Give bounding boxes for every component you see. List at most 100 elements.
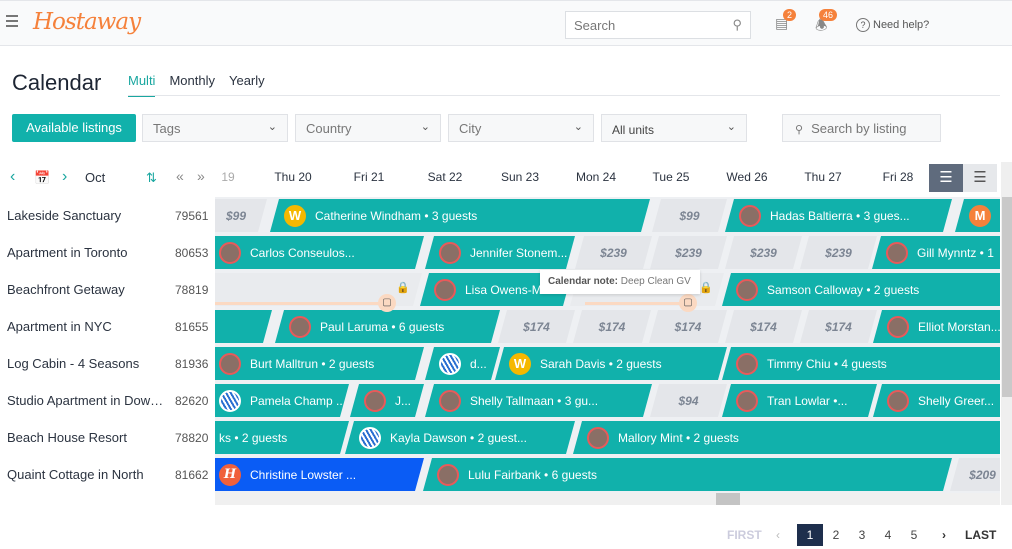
price-cell[interactable]: $239 [725, 236, 802, 269]
reservation-bar[interactable]: Paul Laruma • 6 guests [275, 310, 500, 343]
listing-row[interactable]: Quaint Cottage in North 81662 [0, 456, 215, 493]
reservation-bar[interactable]: Pamela Champ ... [215, 384, 349, 417]
units-select[interactable]: All units ⌄ [601, 114, 747, 142]
price-cell[interactable]: $99 [215, 199, 267, 232]
reservation-bar[interactable]: W Sarah Davis • 2 guests [495, 347, 727, 380]
tags-select[interactable]: Tags ⌄ [142, 114, 288, 142]
reservation-bar[interactable]: Jennifer Stonem... [425, 236, 575, 269]
price-cell[interactable]: $239 [575, 236, 652, 269]
help-label: Need help? [873, 19, 930, 31]
vertical-scroll-thumb[interactable] [1002, 197, 1012, 397]
listing-row[interactable]: Lakeside Sanctuary 79561 [0, 197, 215, 234]
price-cell[interactable]: $239 [800, 236, 877, 269]
reservation-label: Mallory Mint • 2 guests [618, 430, 739, 445]
price-cell[interactable]: $209 [950, 458, 1000, 491]
city-select[interactable]: City ⌄ [448, 114, 594, 142]
hamburger-menu-icon[interactable] [6, 15, 18, 30]
horizontal-scrollbar[interactable] [215, 493, 1000, 505]
page-2[interactable]: 2 [823, 524, 849, 546]
reservation-bar[interactable]: W Catherine Windham • 3 guests [270, 199, 650, 232]
listing-row[interactable]: Apartment in Toronto 80653 [0, 234, 215, 271]
listing-search-input[interactable]: ⚲ Search by listing [782, 114, 941, 142]
price-cell[interactable]: $174 [649, 310, 727, 343]
search-icon: ⚲ [732, 17, 742, 32]
channel-avatar: W [284, 205, 306, 227]
price-cell[interactable]: $99 [652, 199, 727, 232]
tab-yearly[interactable]: Yearly [229, 73, 265, 97]
price-cell[interactable]: $174 [573, 310, 651, 343]
reservation-bar[interactable]: Shelly Tallmaan • 3 gu... [425, 384, 652, 417]
reservation-bar[interactable]: Shelly Greer... [873, 384, 1000, 417]
listing-id: 81662 [175, 468, 209, 482]
tab-multi[interactable]: Multi [128, 73, 156, 97]
list-view-button[interactable]: ☰ [963, 164, 997, 192]
price-cell[interactable]: $94 [650, 384, 727, 417]
listing-name[interactable]: Apartment in Toronto [7, 245, 167, 260]
guest-avatar [219, 353, 241, 375]
tasks-badge: 2 [783, 9, 797, 21]
listing-name[interactable]: Studio Apartment in Downtown [7, 393, 167, 408]
reservation-bar[interactable]: Gill Mynntz • 1 [872, 236, 1000, 269]
prev-month-icon[interactable]: ‹ [10, 168, 15, 186]
compact-view-button[interactable]: ☰ [929, 164, 963, 192]
channel-avatar [359, 427, 381, 449]
reservation-bar[interactable]: Carlos Conseulos... [215, 236, 424, 269]
next-page-icon[interactable]: › [942, 528, 946, 542]
listing-row[interactable]: Log Cabin - 4 Seasons 81936 [0, 345, 215, 382]
next-month-icon[interactable]: › [62, 168, 67, 186]
reservation-bar[interactable] [215, 310, 272, 343]
reservation-bar[interactable]: Timmy Chiu • 4 guests [722, 347, 1000, 380]
page-5[interactable]: 5 [901, 524, 927, 546]
available-listings-button[interactable]: Available listings [12, 114, 136, 142]
listing-row[interactable]: Studio Apartment in Downtown 82620 [0, 382, 215, 419]
reservation-bar[interactable]: Kayla Dawson • 2 guest... [345, 421, 575, 454]
last-page-link[interactable]: LAST [965, 528, 996, 542]
price-cell[interactable]: $239 [650, 236, 727, 269]
tab-monthly[interactable]: Monthly [169, 73, 215, 97]
reservation-label: ks • 2 guests [219, 430, 288, 445]
reservation-bar[interactable]: J... [350, 384, 424, 417]
horizontal-scroll-thumb[interactable] [716, 493, 740, 505]
reservation-bar[interactable]: Hadas Baltierra • 3 gues... [725, 199, 952, 232]
day-header: Fri 28 [882, 170, 914, 184]
price-cell[interactable]: $174 [498, 310, 575, 343]
reservation-bar[interactable]: H Christine Lowster ... [215, 458, 424, 491]
listing-name[interactable]: Beach House Resort [7, 430, 167, 445]
listing-row[interactable]: Beach House Resort 78820 [0, 419, 215, 456]
listing-name[interactable]: Quaint Cottage in North [7, 467, 167, 482]
listing-name[interactable]: Apartment in NYC [7, 319, 167, 334]
listing-name[interactable]: Beachfront Getaway [7, 282, 167, 297]
next-week-icon[interactable]: » [197, 168, 205, 184]
reservation-bar[interactable]: Samson Calloway • 2 guests [722, 273, 1000, 306]
listing-row[interactable]: Beachfront Getaway 78819 [0, 271, 215, 308]
listing-name[interactable]: Lakeside Sanctuary [7, 208, 167, 223]
page-3[interactable]: 3 [849, 524, 875, 546]
chevron-down-icon: ⌄ [726, 121, 736, 133]
page-1[interactable]: 1 [797, 524, 823, 546]
global-search-input[interactable]: Search ⚲ [565, 11, 751, 39]
country-select[interactable]: Country ⌄ [295, 114, 441, 142]
reservation-bar[interactable]: Tran Lowlar •... [722, 384, 877, 417]
price-cell[interactable]: $174 [725, 310, 802, 343]
reservation-bar[interactable]: Burt Malltrun • 2 guests [215, 347, 424, 380]
first-page-link[interactable]: FIRST [727, 528, 762, 542]
reservation-label: Shelly Greer... [918, 393, 995, 408]
help-link[interactable]: ? Need help? [856, 18, 929, 32]
note-icon[interactable]: ▢ [378, 294, 396, 312]
reservation-bar[interactable]: Lulu Fairbank • 6 guests [423, 458, 952, 491]
listing-name[interactable]: Log Cabin - 4 Seasons [7, 356, 167, 371]
note-icon[interactable]: ▢ [679, 294, 697, 312]
channel-avatar [219, 390, 241, 412]
calendar-icon[interactable]: 📅 [34, 170, 50, 186]
sort-icon[interactable]: ⇅ [146, 170, 157, 186]
reservation-bar[interactable]: Elliot Morstan... [873, 310, 1000, 343]
prev-week-icon[interactable]: « [176, 168, 184, 184]
page-4[interactable]: 4 [875, 524, 901, 546]
prev-page-icon[interactable]: ‹ [776, 528, 780, 542]
price-cell[interactable]: $174 [800, 310, 877, 343]
reservation-bar[interactable]: M [955, 199, 1000, 232]
reservation-bar[interactable]: d... [425, 347, 500, 380]
reservation-bar[interactable]: Mallory Mint • 2 guests [573, 421, 1000, 454]
reservation-bar[interactable]: ks • 2 guests [215, 421, 349, 454]
listing-row[interactable]: Apartment in NYC 81655 [0, 308, 215, 345]
